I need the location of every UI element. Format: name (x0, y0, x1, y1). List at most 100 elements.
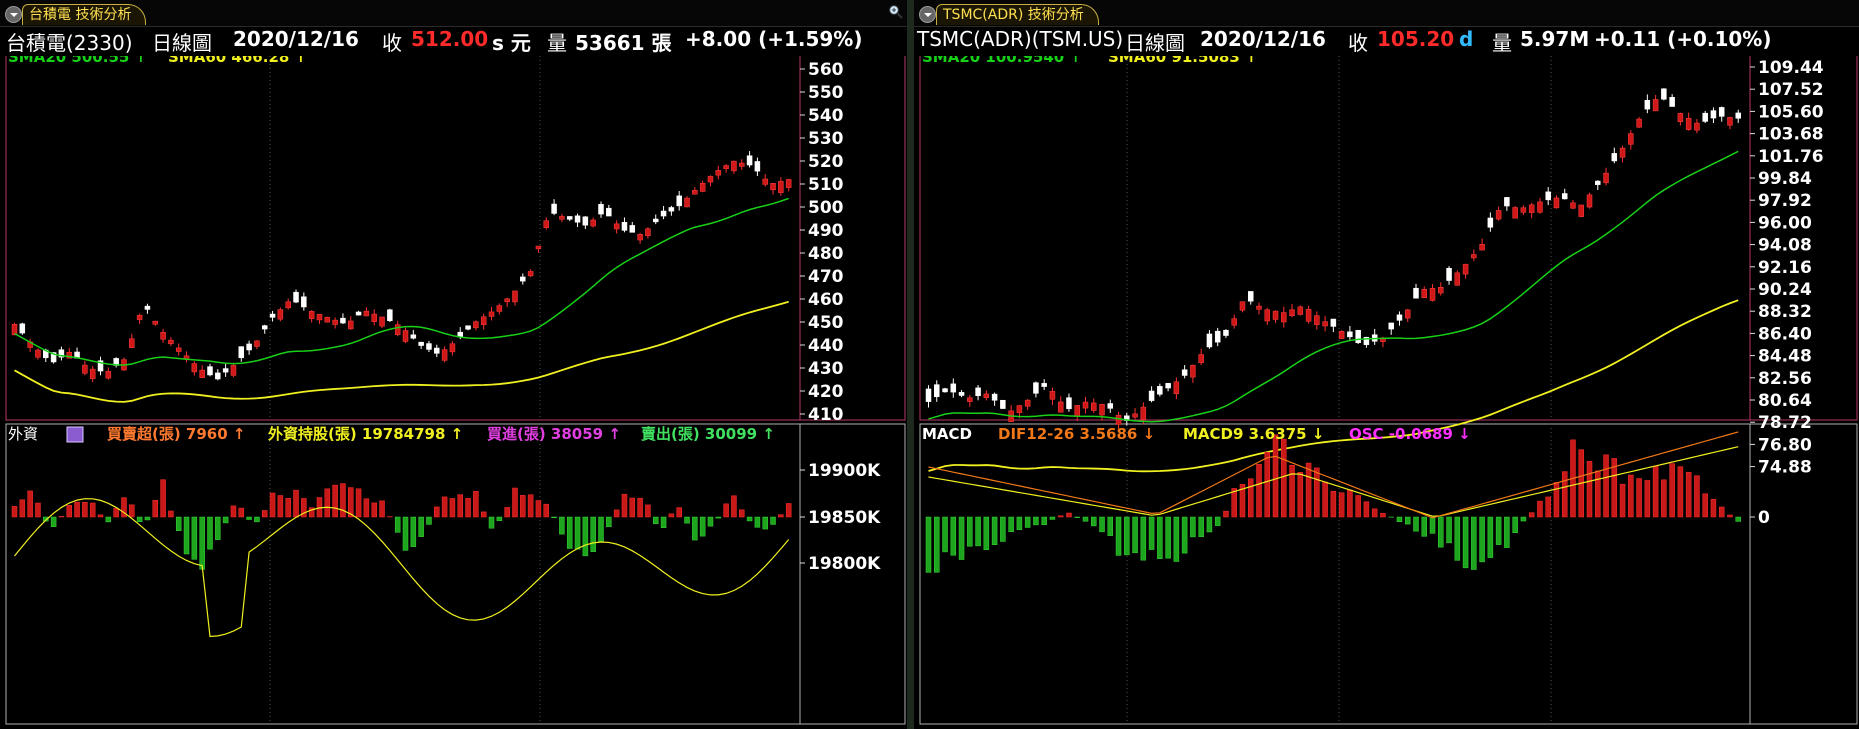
indicator-bar (1099, 516, 1105, 533)
y-axis-label: 450 (808, 313, 844, 333)
candle-body (1429, 288, 1436, 301)
candle-body (1421, 288, 1428, 299)
indicator-bar (746, 516, 753, 522)
indicator-bar (496, 516, 503, 522)
close-label: 收 (382, 31, 402, 55)
candle-body (473, 321, 479, 329)
indicator-bar (637, 497, 643, 518)
candle-body (1735, 112, 1741, 119)
indicator-bar (215, 516, 221, 540)
candle-body (1661, 88, 1667, 100)
candle-body (1289, 309, 1295, 316)
candle-body (1033, 382, 1039, 394)
candle-body (1000, 399, 1006, 409)
candle-body (645, 228, 651, 237)
indicator-bar (1256, 463, 1262, 518)
candle-body (512, 290, 518, 303)
window-tab[interactable]: 台積電 技術分析 (22, 4, 147, 25)
candle-body (1330, 318, 1337, 327)
indicator-bar (1223, 510, 1229, 518)
candle-body (1561, 193, 1568, 200)
indicator-bar (1479, 516, 1485, 563)
indicator-bar (207, 516, 213, 550)
indicator-bar (1504, 516, 1510, 548)
candle-body (1396, 314, 1403, 321)
indicator-bar (441, 496, 448, 518)
indicator-bar (543, 503, 550, 518)
indicator-bar (1644, 480, 1651, 518)
candle-body (1148, 390, 1155, 401)
indicator-bar (1471, 516, 1477, 570)
indicator-bar (379, 500, 385, 518)
candle-body (269, 313, 276, 318)
candle-body (144, 305, 151, 310)
indicator-bar (1082, 516, 1089, 522)
indicator-bar (254, 516, 260, 523)
y-axis-label: 490 (808, 221, 844, 241)
indicator-bar (652, 516, 659, 525)
zoom-icon[interactable] (888, 4, 903, 19)
indicator-bar (1016, 516, 1023, 530)
candle-body (316, 314, 323, 321)
y-axis-label: 470 (808, 267, 844, 287)
indicator-title: MACD (922, 425, 972, 443)
window-tab[interactable]: TSMC(ADR) 技術分析 (936, 4, 1099, 25)
tab-bar: TSMC(ADR) 技術分析 (914, 0, 1859, 27)
indicator-bar (1041, 516, 1047, 525)
candle-body (551, 203, 557, 214)
price-chart[interactable]: 109.44107.52105.60 103.68101.7699.8497.92… (914, 56, 1859, 729)
candle-body (19, 323, 26, 334)
candle-body (958, 392, 965, 396)
window-menu-button[interactable] (5, 6, 22, 23)
y-axis-label: 109.44 (1758, 58, 1824, 78)
indicator-bar (97, 514, 104, 518)
candle-body (582, 216, 589, 226)
indicator-bar (1694, 475, 1700, 518)
indicator-bar (340, 483, 346, 518)
candle-body (1322, 321, 1328, 327)
quote-date: 2020/12/16 (1200, 27, 1326, 51)
indicator-plot-frame (5, 423, 801, 725)
candle-body (1256, 305, 1262, 310)
candle-body (89, 368, 96, 379)
indicator-bar (1247, 478, 1254, 518)
y-axis-label: 76.80 (1758, 435, 1812, 455)
y-axis-label: 99.84 (1758, 169, 1812, 189)
sma60-legend: SMA60 466.28 ↑ (168, 56, 307, 66)
y-axis-label: 430 (808, 359, 844, 379)
candle-body (1487, 217, 1494, 228)
indicator-line (14, 498, 790, 638)
candle-body (332, 319, 338, 325)
indicator-bar (175, 516, 182, 531)
indicator-plot-frame (919, 423, 1751, 725)
candle-body (402, 330, 409, 342)
candle-body (363, 310, 370, 317)
candle-body (160, 332, 166, 340)
candle-body (136, 315, 143, 320)
indicator-bar (277, 495, 284, 518)
indicator-bar (590, 516, 596, 552)
candle-body (1528, 204, 1535, 213)
candle-body (480, 316, 487, 325)
list-icon (66, 426, 84, 443)
indicator-bar (1206, 516, 1213, 533)
candle-body (975, 387, 981, 397)
indicator-bar (324, 488, 331, 518)
indicator-bar (1718, 506, 1725, 518)
indicator-bar (473, 491, 479, 518)
window-menu-button[interactable] (919, 6, 936, 23)
indicator-bar (598, 516, 604, 543)
candle-body (1107, 403, 1114, 409)
quote-date: 2020/12/16 (233, 27, 359, 51)
indicator-bar (1553, 482, 1560, 518)
holding-legend: 外資持股(張) 19784798 ↑ (267, 425, 463, 443)
candle-body (699, 182, 706, 192)
indicator-bar (144, 516, 151, 521)
indicator-bar (1198, 516, 1204, 537)
indicator-bar (35, 502, 41, 518)
candle-body (1132, 413, 1138, 418)
close-price: 105.20 (1377, 27, 1455, 51)
indicator-bar (1413, 516, 1419, 532)
price-chart[interactable]: 560 550 540 530 520 510 500 490 480 470 460 450 440 4… (0, 56, 907, 729)
candle-body (684, 197, 690, 208)
